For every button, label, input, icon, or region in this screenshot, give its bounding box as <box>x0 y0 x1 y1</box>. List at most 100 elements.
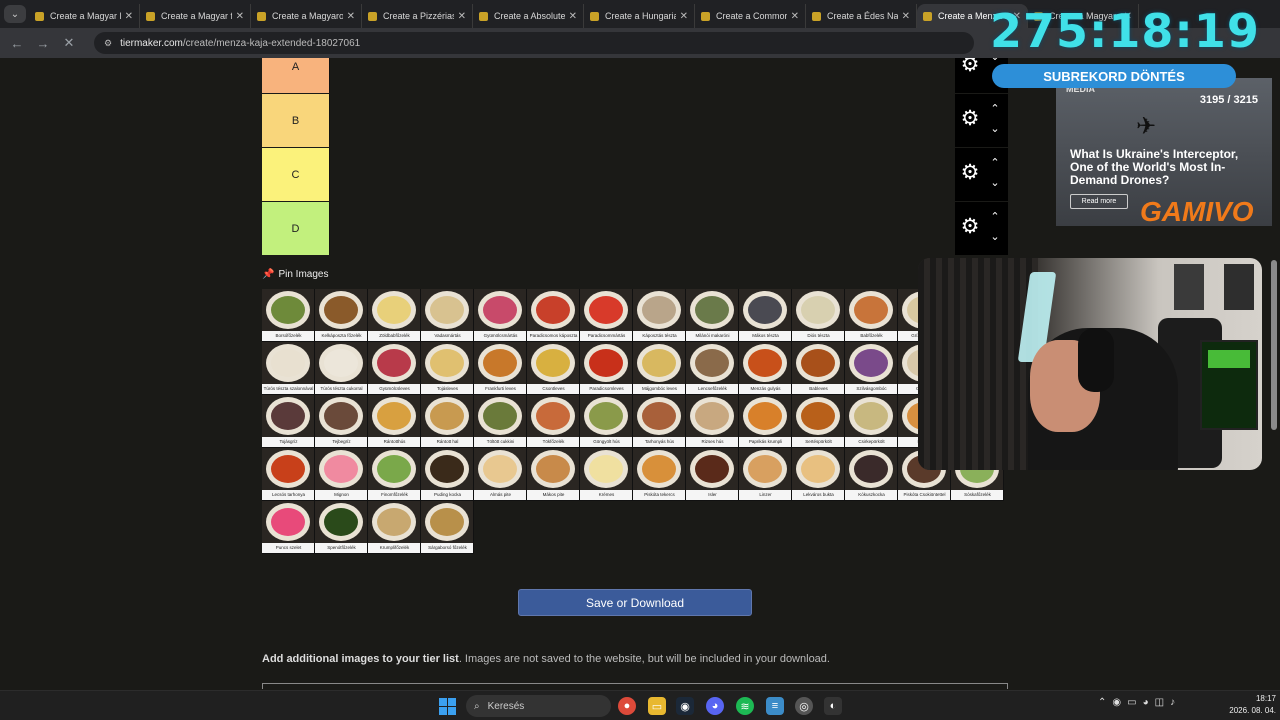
tab-close-icon[interactable]: ✕ <box>569 11 577 22</box>
food-image-tile[interactable]: Krumplifőzelék <box>368 501 421 554</box>
tray-expand-icon[interactable]: ⌃ <box>1098 697 1106 708</box>
food-image-tile[interactable]: Mignon <box>315 448 368 501</box>
tier-drop-zone[interactable] <box>329 148 955 201</box>
taskbar-clock[interactable]: 18:17 2026. 08. 04. <box>1216 693 1276 717</box>
food-image-tile[interactable]: Isler <box>686 448 739 501</box>
food-image-tile[interactable]: Sárgaborsó főzelék <box>421 501 474 554</box>
food-image-tile[interactable]: Kelkáposzta főzelék <box>315 289 368 342</box>
spotify-icon[interactable]: ≋ <box>736 697 754 715</box>
taskbar-search[interactable]: ⌕ Keresés <box>466 695 611 717</box>
chevron-up-icon[interactable]: ⌃ <box>987 102 1003 116</box>
food-image-tile[interactable]: Rizses hús <box>686 395 739 448</box>
browser-tab[interactable]: Create a Hungaria ✕ <box>584 4 695 28</box>
food-image-tile[interactable]: Diós tészta <box>792 289 845 342</box>
food-image-tile[interactable]: Májgombóc leves <box>633 342 686 395</box>
tier-drop-zone[interactable] <box>329 94 955 147</box>
food-image-tile[interactable]: Finomfőzelék <box>368 448 421 501</box>
food-image-tile[interactable]: Tarhonyás hús <box>633 395 686 448</box>
tab-close-icon[interactable]: ✕ <box>680 11 688 22</box>
url-field[interactable]: ⚙ tiermaker.com/create/menza-kaja-extend… <box>94 32 974 54</box>
tier-label[interactable]: D <box>262 202 329 255</box>
food-image-tile[interactable]: Krémes <box>580 448 633 501</box>
food-image-tile[interactable]: Paradicsommártás <box>580 289 633 342</box>
discord-tray-icon[interactable]: ◕ <box>1143 697 1149 708</box>
start-button[interactable] <box>438 697 456 715</box>
browser-tab[interactable]: Create a Édes Nas ✕ <box>806 4 917 28</box>
chevron-up-icon[interactable]: ⌃ <box>987 210 1003 224</box>
food-image-tile[interactable]: Puncs szelet <box>262 501 315 554</box>
back-arrow-icon[interactable]: ← <box>4 32 30 54</box>
gear-icon[interactable]: ⚙ <box>959 108 981 130</box>
food-image-tile[interactable]: Sertéspörkölt <box>792 395 845 448</box>
chevron-down-icon[interactable]: ⌄ <box>987 58 1003 64</box>
browser-tab[interactable]: Create a Commor ✕ <box>695 4 806 28</box>
ad-read-more-button[interactable]: Read more <box>1070 194 1128 209</box>
food-image-tile[interactable]: Szilvásgombóc <box>845 342 898 395</box>
food-image-tile[interactable]: Kókuszkocka <box>845 448 898 501</box>
food-image-tile[interactable]: Tejbegríz <box>315 395 368 448</box>
food-image-tile[interactable]: Gyümölcsleves <box>368 342 421 395</box>
tab-search-chevron-icon[interactable]: ⌄ <box>4 5 26 23</box>
food-image-tile[interactable]: Spenótfőzelék <box>315 501 368 554</box>
notepad-icon[interactable]: ≡ <box>766 697 784 715</box>
network-icon[interactable]: ◫ <box>1155 697 1164 708</box>
food-image-tile[interactable]: Linzer <box>739 448 792 501</box>
food-image-tile[interactable]: Káposztás tészta <box>633 289 686 342</box>
food-image-tile[interactable]: Lecsós tarhonya <box>262 448 315 501</box>
food-image-tile[interactable]: Borsófőzelék <box>262 289 315 342</box>
file-explorer-icon[interactable]: ▭ <box>648 697 666 715</box>
food-image-tile[interactable]: Frankfurti leves <box>474 342 527 395</box>
tab-close-icon[interactable]: ✕ <box>347 11 355 22</box>
tab-close-icon[interactable]: ✕ <box>902 11 910 22</box>
tier-drop-zone[interactable] <box>329 202 955 255</box>
tier-drop-zone[interactable] <box>329 58 955 93</box>
food-image-tile[interactable]: Csontleves <box>527 342 580 395</box>
food-image-tile[interactable]: Tojásleves <box>421 342 474 395</box>
food-image-tile[interactable]: Vadasmártás <box>421 289 474 342</box>
food-image-tile[interactable]: Tökfőzelék <box>527 395 580 448</box>
gear-icon[interactable]: ⚙ <box>959 162 981 184</box>
folder-tray-icon[interactable]: ▭ <box>1127 697 1136 708</box>
chevron-up-icon[interactable]: ⌃ <box>987 156 1003 170</box>
browser-tab[interactable]: Create a Magyaro ✕ <box>251 4 362 28</box>
chevron-down-icon[interactable]: ⌄ <box>987 230 1003 244</box>
food-image-tile[interactable]: Tojásgríz <box>262 395 315 448</box>
gear-icon[interactable]: ⚙ <box>959 58 981 76</box>
food-image-tile[interactable]: Paradicsomos káposzta <box>527 289 580 342</box>
food-image-tile[interactable]: Lekváros bukta <box>792 448 845 501</box>
tier-label[interactable]: A <box>262 58 329 93</box>
food-image-tile[interactable]: Almás pite <box>474 448 527 501</box>
food-image-tile[interactable]: Bableves <box>792 342 845 395</box>
food-image-tile[interactable]: Rántott hal <box>421 395 474 448</box>
ad-banner[interactable]: MEDIA 3195 / 3215 ✈ What Is Ukraine's In… <box>1056 78 1272 226</box>
tab-close-icon[interactable]: ✕ <box>125 11 133 22</box>
tier-label[interactable]: B <box>262 94 329 147</box>
tab-close-icon[interactable]: ✕ <box>236 11 244 22</box>
steam-tray-icon[interactable]: ◉ <box>1112 697 1121 708</box>
discord-icon[interactable]: ◕ <box>706 697 724 715</box>
food-image-tile[interactable]: Milánói makaróni <box>686 289 739 342</box>
food-image-tile[interactable]: Rántotthús <box>368 395 421 448</box>
food-image-tile[interactable]: Zöldbabfőzelék <box>368 289 421 342</box>
upload-drop-area[interactable] <box>262 683 1008 689</box>
gear-icon[interactable]: ⚙ <box>959 216 981 238</box>
food-image-tile[interactable]: Túrós tészta cukorral <box>315 342 368 395</box>
browser-tab[interactable]: Create a Pizzérias ✕ <box>362 4 473 28</box>
forward-arrow-icon[interactable]: → <box>30 32 56 54</box>
app-icon[interactable]: ◐ <box>824 697 842 715</box>
chevron-down-icon[interactable]: ⌄ <box>987 122 1003 136</box>
food-image-tile[interactable]: Babfőzelék <box>845 289 898 342</box>
chrome-icon[interactable]: ● <box>618 697 636 715</box>
food-image-tile[interactable]: Mákos pite <box>527 448 580 501</box>
save-or-download-button[interactable]: Save or Download <box>518 589 752 616</box>
browser-tab[interactable]: Create a Absolute ✕ <box>473 4 584 28</box>
food-image-tile[interactable]: Piskóta tekercs <box>633 448 686 501</box>
food-image-tile[interactable]: Mákos tészta <box>739 289 792 342</box>
browser-tab[interactable]: Create a Magyar É ✕ <box>29 4 140 28</box>
food-image-tile[interactable]: Csirkepörkölt <box>845 395 898 448</box>
browser-tab[interactable]: Create a Magyar f ✕ <box>140 4 251 28</box>
chevron-down-icon[interactable]: ⌄ <box>987 176 1003 190</box>
tab-close-icon[interactable]: ✕ <box>458 11 466 22</box>
food-image-tile[interactable]: Lencsefőzelék <box>686 342 739 395</box>
tier-label[interactable]: C <box>262 148 329 201</box>
